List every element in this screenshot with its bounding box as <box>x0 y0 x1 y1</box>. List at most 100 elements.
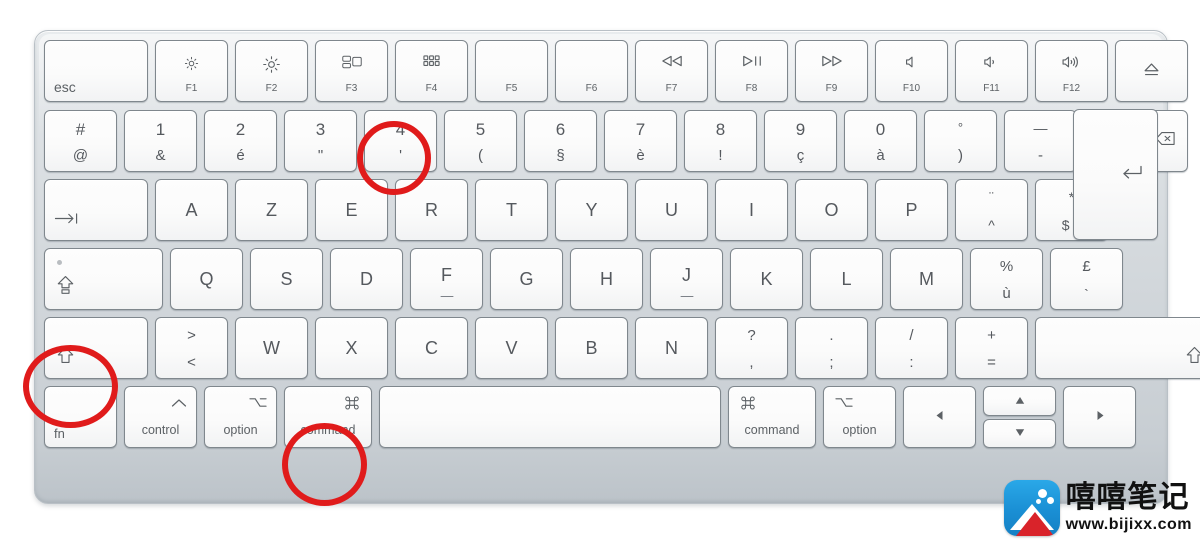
tab-icon <box>54 212 79 226</box>
key-v[interactable]: V <box>475 317 548 379</box>
key-i[interactable]: I <box>715 179 788 241</box>
fast-forward-icon <box>796 55 867 69</box>
key-t[interactable]: T <box>475 179 548 241</box>
key-e[interactable]: E <box>315 179 388 241</box>
key-a[interactable]: A <box>155 179 228 241</box>
key-f5-label: F5 <box>505 82 518 94</box>
key-4[interactable]: 4 ' <box>364 110 437 172</box>
key-q[interactable]: Q <box>170 248 243 310</box>
key-c[interactable]: C <box>395 317 468 379</box>
key-option-left[interactable]: option <box>204 386 277 448</box>
arrow-up-icon <box>984 393 1055 408</box>
key-question-comma[interactable]: ? , <box>715 317 788 379</box>
key-6[interactable]: 6 § <box>524 110 597 172</box>
brightness-up-icon <box>236 55 307 76</box>
key-f10[interactable]: F10 <box>875 40 948 102</box>
screenshot-root: esc F1 F2 F3 F4 F5 F6 F7 F8 F9 F10 F11 F… <box>0 0 1200 540</box>
key-diaeresis-caret[interactable]: ¨ ^ <box>955 179 1028 241</box>
rewind-icon <box>636 55 707 69</box>
key-shift-left[interactable] <box>44 317 148 379</box>
key-underscore-dash[interactable]: — - <box>1004 110 1077 172</box>
key-5[interactable]: 5 ( <box>444 110 517 172</box>
mute-icon <box>876 55 947 71</box>
key-shift-right[interactable] <box>1035 317 1200 379</box>
key-w[interactable]: W <box>235 317 308 379</box>
key-8[interactable]: 8 ! <box>684 110 757 172</box>
key-3[interactable]: 3 " <box>284 110 357 172</box>
key-7[interactable]: 7 è <box>604 110 677 172</box>
key-g[interactable]: G <box>490 248 563 310</box>
key-m[interactable]: M <box>890 248 963 310</box>
key-l[interactable]: L <box>810 248 883 310</box>
key-f3[interactable]: F3 <box>315 40 388 102</box>
key-arrow-down[interactable] <box>983 418 1056 448</box>
bottom-row: fn control option command command option <box>44 386 1158 448</box>
brightness-down-icon <box>156 55 227 74</box>
command-icon <box>344 395 360 413</box>
arrow-left-icon <box>904 410 975 425</box>
key-j[interactable]: J <box>650 248 723 310</box>
key-f9[interactable]: F9 <box>795 40 868 102</box>
key-period-semicolon[interactable]: . ; <box>795 317 868 379</box>
key-slash-colon[interactable]: / : <box>875 317 948 379</box>
key-plus-equals[interactable]: + = <box>955 317 1028 379</box>
watermark-logo-icon <box>1003 480 1060 536</box>
key-greater-less[interactable]: > < <box>155 317 228 379</box>
key-arrow-left[interactable] <box>903 386 976 448</box>
key-esc[interactable]: esc <box>44 40 148 102</box>
caps-lock-icon <box>56 275 75 297</box>
key-r[interactable]: R <box>395 179 468 241</box>
key-tab[interactable] <box>44 179 148 241</box>
key-b[interactable]: B <box>555 317 628 379</box>
delete-backspace-icon <box>1155 132 1176 151</box>
key-f7[interactable]: F7 <box>635 40 708 102</box>
key-pound-backtick[interactable]: £ ` <box>1050 248 1123 310</box>
key-f5[interactable]: F5 <box>475 40 548 102</box>
key-f[interactable]: F <box>410 248 483 310</box>
key-arrow-up[interactable] <box>983 386 1056 416</box>
key-command-right[interactable]: command <box>728 386 816 448</box>
key-f1[interactable]: F1 <box>155 40 228 102</box>
key-f12[interactable]: F12 <box>1035 40 1108 102</box>
key-return[interactable] <box>1073 109 1158 240</box>
key-p[interactable]: P <box>875 179 948 241</box>
key-f2-label: F2 <box>265 82 278 94</box>
key-2[interactable]: 2 é <box>204 110 277 172</box>
shift-icon <box>1185 346 1200 366</box>
top-letter-row: A Z E R T Y U I O P ¨ ^ * $ € <box>44 109 1158 241</box>
option-alt-icon <box>249 397 267 410</box>
key-percent-ugrave[interactable]: % ù <box>970 248 1043 310</box>
eject-icon <box>1116 62 1187 80</box>
key-z[interactable]: Z <box>235 179 308 241</box>
key-n[interactable]: N <box>635 317 708 379</box>
key-x[interactable]: X <box>315 317 388 379</box>
key-hash-at[interactable]: # @ <box>44 110 117 172</box>
key-f2[interactable]: F2 <box>235 40 308 102</box>
shift-row: > < W X C V B N ? , . ; /: + = <box>44 317 1200 379</box>
key-arrow-right[interactable] <box>1063 386 1136 448</box>
key-u[interactable]: U <box>635 179 708 241</box>
key-s[interactable]: S <box>250 248 323 310</box>
key-1[interactable]: 1 & <box>124 110 197 172</box>
key-f4[interactable]: F4 <box>395 40 468 102</box>
watermark-brand: 嘻嘻笔记 <box>1065 480 1190 515</box>
key-control-left[interactable]: control <box>124 386 197 448</box>
key-eject[interactable] <box>1115 40 1188 102</box>
key-option-right[interactable]: option <box>823 386 896 448</box>
key-0[interactable]: 0 à <box>844 110 917 172</box>
key-f11[interactable]: F11 <box>955 40 1028 102</box>
key-o[interactable]: O <box>795 179 868 241</box>
key-f8[interactable]: F8 <box>715 40 788 102</box>
key-f6[interactable]: F6 <box>555 40 628 102</box>
key-degree-paren[interactable]: ° ) <box>924 110 997 172</box>
key-d[interactable]: D <box>330 248 403 310</box>
homing-bar <box>440 295 453 297</box>
key-space[interactable] <box>379 386 721 448</box>
key-h[interactable]: H <box>570 248 643 310</box>
key-k[interactable]: K <box>730 248 803 310</box>
key-caps-lock[interactable] <box>44 248 163 310</box>
key-fn[interactable]: fn <box>44 386 117 448</box>
key-9[interactable]: 9 ç <box>764 110 837 172</box>
key-y[interactable]: Y <box>555 179 628 241</box>
key-command-left[interactable]: command <box>284 386 372 448</box>
